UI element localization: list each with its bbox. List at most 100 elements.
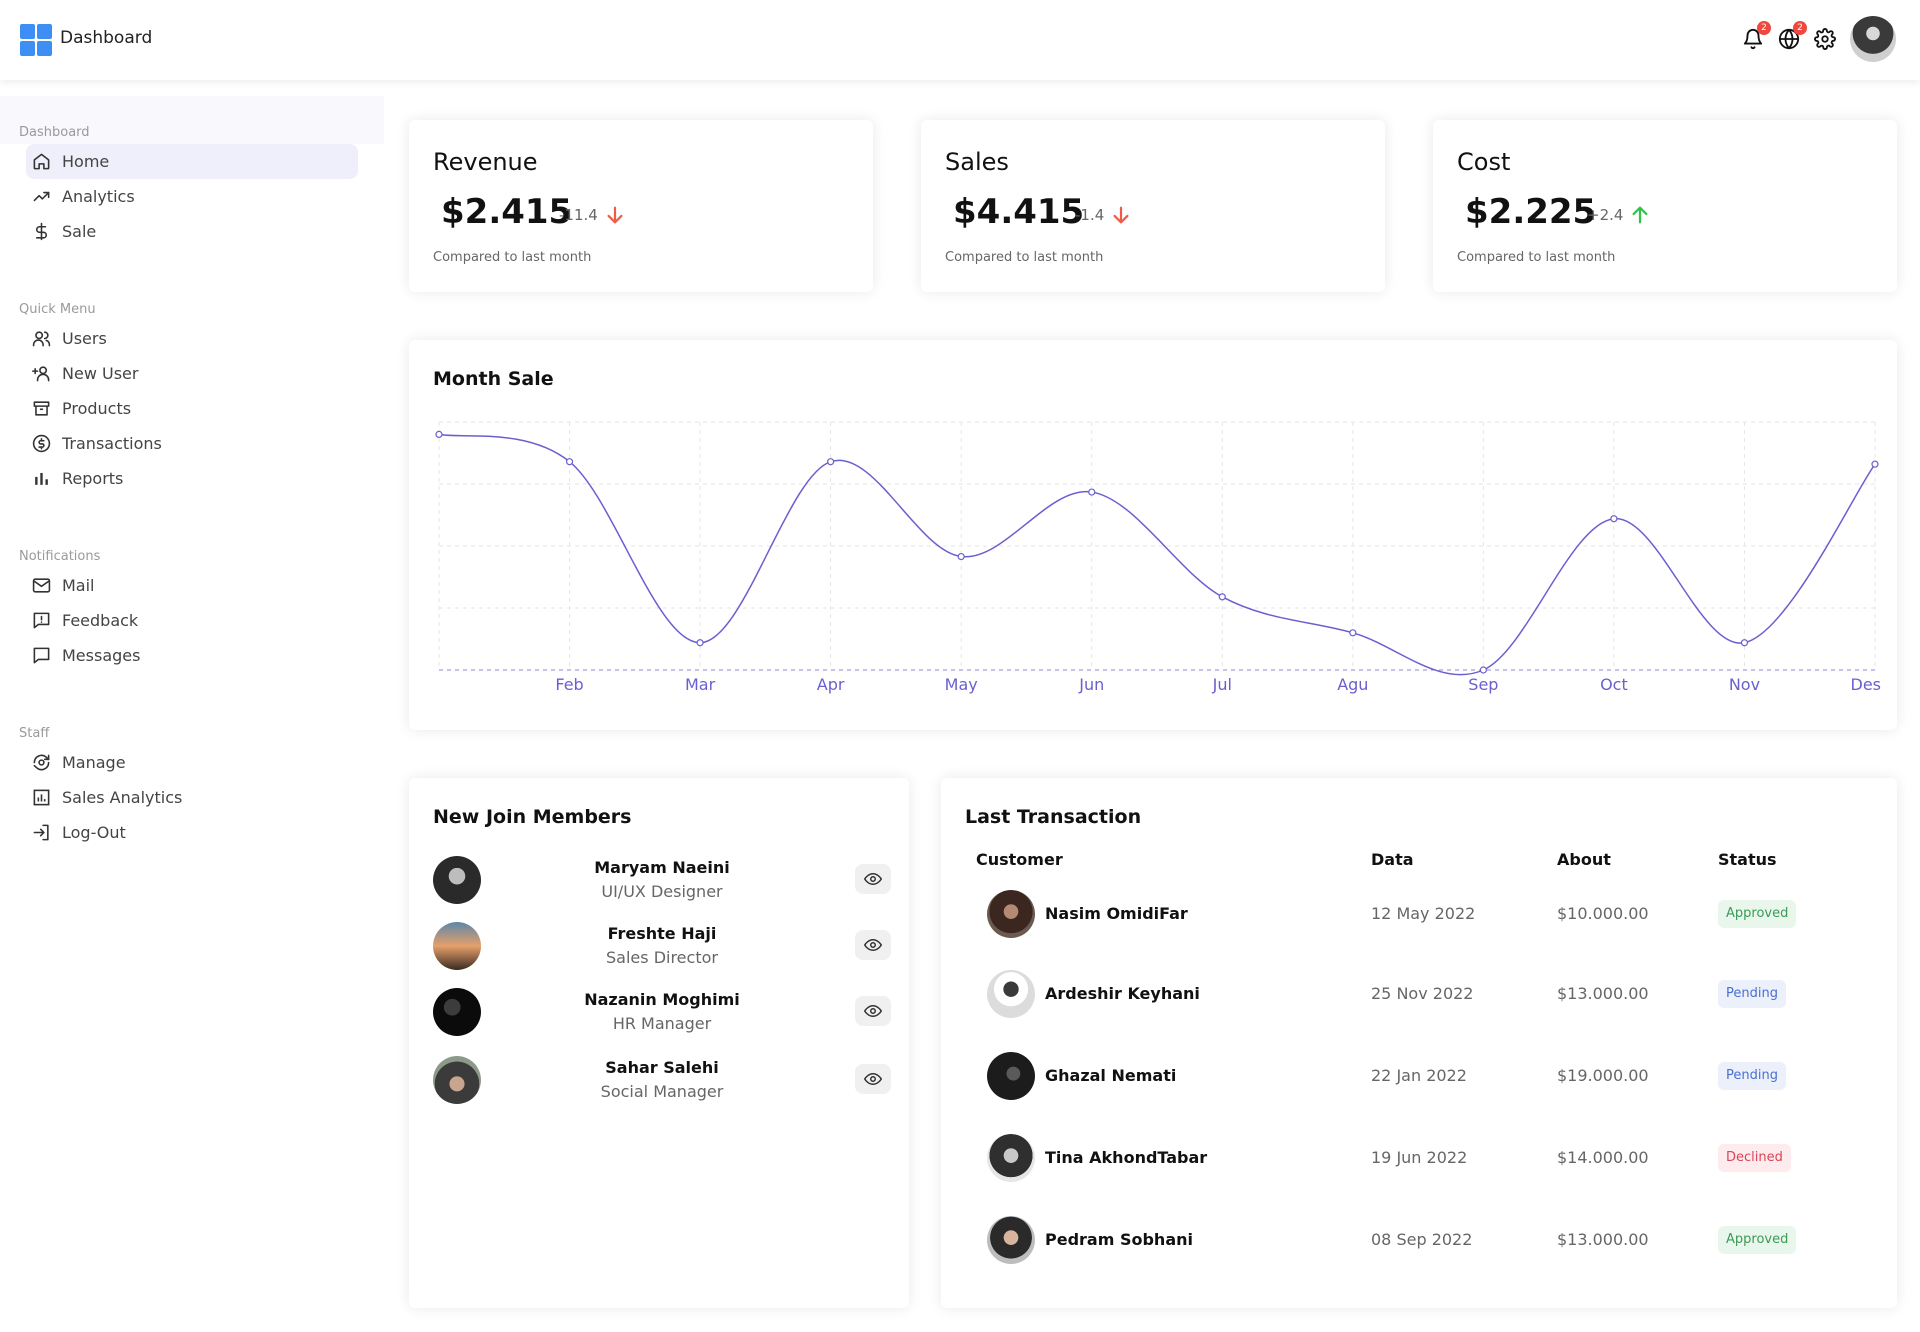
sidebar-item-mail[interactable]: Mail [26, 568, 358, 603]
member-role: Sales Director [606, 948, 718, 967]
transaction-date: 25 Nov 2022 [1371, 984, 1474, 1003]
avatar [433, 1056, 481, 1104]
sidebar-item-reports[interactable]: Reports [26, 461, 358, 496]
x-tick-label: Agu [1337, 675, 1368, 694]
message-icon [32, 646, 52, 666]
eye-icon [864, 1072, 882, 1086]
transactions-title: Last Transaction [965, 806, 1142, 828]
table-row[interactable]: Nasim OmidiFar 12 May 2022 $10.000.00 Ap… [941, 886, 1899, 942]
sidebar-item-label: Sale [62, 222, 97, 241]
kpi-title: Sales [945, 148, 1009, 176]
dollar-icon [32, 222, 52, 242]
data-point[interactable] [435, 430, 443, 439]
avatar [433, 988, 481, 1036]
transaction-amount: $13.000.00 [1557, 1230, 1649, 1249]
data-point[interactable] [696, 639, 704, 647]
customer-name: Tina AkhondTabar [1045, 1148, 1208, 1167]
column-header-date: Data [1371, 850, 1414, 869]
mail-icon [32, 576, 52, 596]
transaction-date: 22 Jan 2022 [1371, 1066, 1467, 1085]
sidebar-section-notifications: Notifications [19, 549, 101, 564]
x-tick-label: Sep [1468, 675, 1498, 694]
analytics-icon [32, 788, 52, 808]
sidebar-item-log-out[interactable]: Log-Out [26, 815, 358, 850]
data-point[interactable] [1871, 460, 1879, 468]
bell-icon[interactable]: 2 [1742, 21, 1771, 50]
x-tick-label: Feb [555, 675, 583, 694]
transaction-date: 08 Sep 2022 [1371, 1230, 1473, 1249]
feedback-icon [32, 611, 52, 631]
kpi-value: $2.225 [1465, 192, 1597, 232]
sidebar-section-staff: Staff [19, 726, 50, 741]
table-row[interactable]: Pedram Sobhani 08 Sep 2022 $13.000.00 Ap… [941, 1212, 1899, 1268]
sidebar-item-label: Feedback [62, 611, 139, 630]
data-point[interactable] [1740, 639, 1749, 647]
member-name: Nazanin Moghimi [584, 990, 740, 1009]
sidebar-section-dashboard: Dashboard [0, 96, 384, 144]
sidebar-item-label: Reports [62, 469, 124, 488]
customer-name: Nasim OmidiFar [1045, 904, 1188, 923]
data-point[interactable] [957, 552, 965, 561]
new-members-card: New Join Members Maryam Naeini UI/UX Des… [409, 778, 909, 1308]
sidebar-item-label: Messages [62, 646, 141, 665]
arrow-down-icon [1113, 206, 1129, 224]
sidebar-item-label: Mail [62, 576, 95, 595]
sidebar-item-transactions[interactable]: Transactions [26, 426, 358, 461]
sidebar-item-feedback[interactable]: Feedback [26, 603, 358, 638]
data-point[interactable] [1479, 666, 1487, 674]
view-member-button[interactable] [855, 864, 891, 894]
sidebar-item-analytics[interactable]: Analytics [26, 179, 358, 214]
sidebar-item-products[interactable]: Products [26, 391, 358, 426]
sidebar-item-messages[interactable]: Messages [26, 638, 358, 673]
data-point[interactable] [1218, 593, 1226, 601]
member-name: Maryam Naeini [594, 858, 730, 877]
view-member-button[interactable] [855, 930, 891, 960]
language-badge: 2 [1793, 21, 1807, 35]
table-row[interactable]: Tina AkhondTabar 19 Jun 2022 $14.000.00 … [941, 1130, 1899, 1186]
x-tick-label: May [945, 675, 978, 694]
archive-icon [32, 399, 52, 419]
sidebar-item-home[interactable]: Home [26, 144, 358, 179]
eye-icon [864, 938, 882, 952]
data-point[interactable] [1349, 629, 1357, 637]
member-role: Social Manager [600, 1082, 724, 1101]
customer-name: Ardeshir Keyhani [1045, 984, 1200, 1003]
table-row[interactable]: Ghazal Nemati 22 Jan 2022 $19.000.00 Pen… [941, 1048, 1899, 1104]
user-avatar[interactable] [1850, 16, 1896, 62]
transaction-date: 12 May 2022 [1371, 904, 1476, 923]
users-icon [32, 329, 52, 349]
data-point[interactable] [827, 458, 835, 466]
view-member-button[interactable] [855, 996, 891, 1026]
kpi-card-sales: Sales $4.415 -1.4 Compared to last month [921, 120, 1385, 292]
member-name: Freshte Haji [607, 924, 717, 943]
transaction-amount: $14.000.00 [1557, 1148, 1649, 1167]
data-point[interactable] [565, 458, 574, 466]
sidebar-item-label: Sales Analytics [62, 788, 183, 807]
sidebar-item-manage[interactable]: Manage [26, 745, 358, 780]
manage-icon [32, 753, 52, 773]
add-user-icon [32, 364, 52, 384]
data-point[interactable] [1088, 488, 1096, 496]
list-item: Maryam Naeini UI/UX Designer [433, 856, 891, 906]
avatar [433, 922, 481, 970]
member-role: UI/UX Designer [601, 882, 723, 901]
sidebar-item-sale[interactable]: Sale [26, 214, 358, 249]
month-sale-chart: Feb Mar Apr May Jun Jul Agu Sep Oct Nov Des [435, 421, 1881, 694]
globe-icon[interactable]: 2 [1778, 21, 1807, 50]
eye-icon [864, 1004, 882, 1018]
view-member-button[interactable] [855, 1064, 891, 1094]
sidebar-item-users[interactable]: Users [26, 321, 358, 356]
list-item: Sahar Salehi Social Manager [433, 1056, 891, 1106]
column-header-about: About [1557, 850, 1611, 869]
sidebar-item-new-user[interactable]: New User [26, 356, 358, 391]
sidebar-item-sales-analytics[interactable]: Sales Analytics [26, 780, 358, 815]
x-tick-label: Jul [1212, 675, 1232, 694]
data-point[interactable] [1610, 515, 1618, 523]
sidebar-item-label: Home [62, 152, 110, 171]
kpi-delta: +2.4 [1587, 204, 1651, 226]
app-logo-icon[interactable] [20, 24, 52, 56]
avatar [987, 890, 1035, 938]
gear-icon[interactable] [1814, 28, 1836, 50]
table-row[interactable]: Ardeshir Keyhani 25 Nov 2022 $13.000.00 … [941, 966, 1899, 1022]
transaction-amount: $19.000.00 [1557, 1066, 1649, 1085]
